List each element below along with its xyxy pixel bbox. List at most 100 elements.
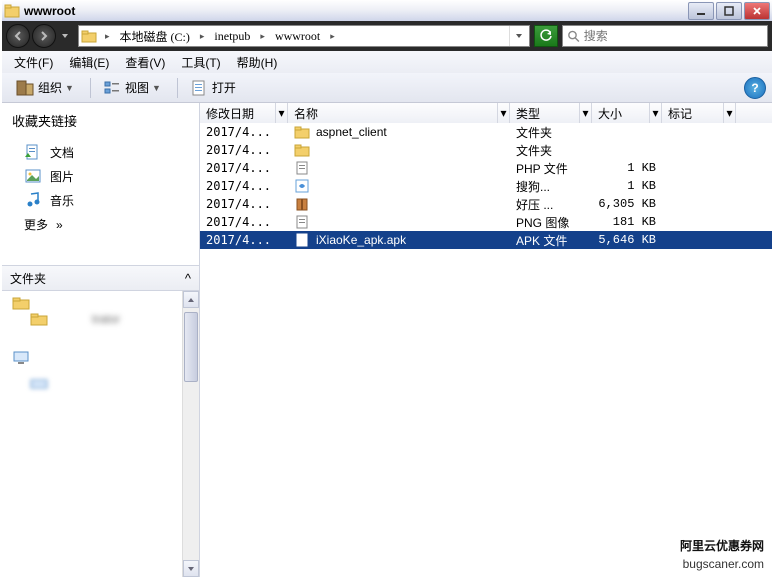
chevron-down-icon[interactable]: ▾ — [579, 103, 591, 123]
scrollbar-vertical[interactable] — [182, 291, 199, 577]
favorites-section: 收藏夹链接 文档 图片 音乐 更多 » — [2, 103, 199, 245]
menu-view[interactable]: 查看(V) — [117, 52, 173, 73]
views-button[interactable]: 视图▼ — [97, 77, 167, 99]
open-icon — [190, 79, 208, 97]
chevron-up-icon: ^ — [185, 271, 191, 286]
nav-row: ▸ 本地磁盘 (C:) ▸ inetpub ▸ wwwroot ▸ — [2, 21, 772, 51]
menu-tools[interactable]: 工具(T) — [173, 52, 228, 73]
file-row[interactable]: 2017/4... PHP 文件1 KB — [200, 159, 772, 177]
chevron-down-icon[interactable]: ▾ — [275, 103, 287, 123]
window-controls — [688, 2, 772, 20]
separator — [177, 78, 178, 98]
toolbar: 组织▼ 视图▼ 打开 ? — [2, 73, 772, 103]
watermark: 阿里云优惠券网 bugscaner.com — [680, 537, 764, 573]
file-row[interactable]: 2017/4...搜狗...1 KB — [200, 177, 772, 195]
cell-name — [288, 215, 510, 229]
breadcrumb-segment[interactable]: wwwroot — [269, 26, 326, 46]
file-row[interactable]: 2017/4... 文件夹 — [200, 141, 772, 159]
cell-type: 文件夹 — [510, 142, 592, 159]
back-button[interactable] — [6, 24, 30, 48]
close-button[interactable] — [744, 2, 770, 20]
menu-file[interactable]: 文件(F) — [6, 52, 61, 73]
sidebar-item-pictures[interactable]: 图片 — [12, 164, 189, 188]
sidebar-item-music[interactable]: 音乐 — [12, 188, 189, 212]
scroll-thumb[interactable] — [184, 312, 198, 382]
column-date[interactable]: 修改日期▾ — [200, 103, 288, 123]
cell-name — [288, 143, 510, 157]
cell-date: 2017/4... — [200, 143, 288, 157]
chevron-icon[interactable]: ▸ — [256, 31, 269, 42]
separator — [90, 78, 91, 98]
help-button[interactable]: ? — [744, 77, 766, 99]
file-list-pane: 修改日期▾ 名称▾ 类型▾ 大小▾ 标记▾ 2017/4...aspnet_cl… — [200, 103, 772, 577]
cell-size: 181 KB — [592, 215, 662, 229]
column-name[interactable]: 名称▾ — [288, 103, 510, 123]
cell-size: 1 KB — [592, 161, 662, 175]
file-row[interactable]: 2017/4...aspnet_client文件夹 — [200, 123, 772, 141]
history-dropdown[interactable] — [58, 25, 72, 47]
files-area[interactable]: 2017/4...aspnet_client文件夹2017/4...文件夹201… — [200, 123, 772, 577]
explorer-window: wwwroot ▸ 本地磁盘 (C:) ▸ inetpub ▸ wwwroot … — [0, 0, 774, 579]
address-bar[interactable]: ▸ 本地磁盘 (C:) ▸ inetpub ▸ wwwroot ▸ — [78, 25, 530, 47]
cell-name — [288, 179, 510, 193]
refresh-button[interactable] — [534, 25, 558, 47]
chevron-icon[interactable]: ▸ — [101, 31, 114, 42]
chevron-down-icon[interactable]: ▾ — [723, 103, 735, 123]
maximize-button[interactable] — [716, 2, 742, 20]
window-title: wwwroot — [24, 4, 75, 18]
cell-type: PNG 图像 — [510, 214, 592, 231]
cell-type: 文件夹 — [510, 124, 592, 141]
chevron-icon[interactable]: ▸ — [326, 31, 339, 42]
file-row[interactable]: 2017/4... 好压 ...6,305 KB — [200, 195, 772, 213]
scroll-track[interactable] — [183, 308, 199, 560]
cell-name: iXiaoKe_apk.apk — [288, 233, 510, 247]
column-size[interactable]: 大小▾ — [592, 103, 662, 123]
scroll-up-button[interactable] — [183, 291, 199, 308]
cell-size: 1 KB — [592, 179, 662, 193]
open-button[interactable]: 打开 — [184, 77, 242, 99]
cell-name: aspnet_client — [288, 125, 510, 139]
folder-icon — [81, 29, 97, 43]
minimize-button[interactable] — [688, 2, 714, 20]
cell-date: 2017/4... — [200, 161, 288, 175]
search-box[interactable] — [562, 25, 768, 47]
address-dropdown[interactable] — [509, 26, 527, 46]
cell-size: 5,646 KB — [592, 233, 662, 247]
chevron-down-icon[interactable]: ▾ — [649, 103, 661, 123]
forward-button[interactable] — [32, 24, 56, 48]
cell-date: 2017/4... — [200, 125, 288, 139]
cell-type: 好压 ... — [510, 196, 592, 213]
folder-tree[interactable]: trator — [2, 291, 199, 577]
chevron-icon[interactable]: ▸ — [196, 31, 209, 42]
menu-bar: 文件(F) 编辑(E) 查看(V) 工具(T) 帮助(H) — [2, 51, 772, 73]
breadcrumb-segment[interactable]: 本地磁盘 (C:) — [114, 26, 196, 46]
cell-date: 2017/4... — [200, 197, 288, 211]
breadcrumb-segment[interactable]: inetpub — [208, 26, 256, 46]
folders-header[interactable]: 文件夹 ^ — [2, 265, 199, 291]
file-row[interactable]: 2017/4...iXiaoKe_apk.apkAPK 文件5,646 KB — [200, 231, 772, 249]
column-headers: 修改日期▾ 名称▾ 类型▾ 大小▾ 标记▾ — [200, 103, 772, 123]
column-type[interactable]: 类型▾ — [510, 103, 592, 123]
body: 收藏夹链接 文档 图片 音乐 更多 » 文件夹 — [2, 103, 772, 577]
menu-edit[interactable]: 编辑(E) — [61, 52, 117, 73]
cell-type: PHP 文件 — [510, 160, 592, 177]
column-tag[interactable]: 标记▾ — [662, 103, 736, 123]
cell-size: 6,305 KB — [592, 197, 662, 211]
documents-icon — [24, 143, 42, 161]
file-row[interactable]: 2017/4...PNG 图像181 KB — [200, 213, 772, 231]
search-icon — [567, 29, 580, 43]
organize-button[interactable]: 组织▼ — [10, 77, 80, 99]
views-icon — [103, 79, 121, 97]
scroll-down-button[interactable] — [183, 560, 199, 577]
computer-icon — [12, 350, 30, 366]
folder-icon — [4, 3, 20, 19]
titlebar[interactable]: wwwroot — [2, 0, 772, 21]
menu-help[interactable]: 帮助(H) — [229, 52, 286, 73]
cell-type: APK 文件 — [510, 232, 592, 249]
cell-name — [288, 161, 510, 175]
search-input[interactable] — [584, 29, 763, 44]
sidebar-item-documents[interactable]: 文档 — [12, 140, 189, 164]
sidebar-more[interactable]: 更多 » — [12, 212, 189, 237]
cell-date: 2017/4... — [200, 233, 288, 247]
chevron-down-icon[interactable]: ▾ — [497, 103, 509, 123]
